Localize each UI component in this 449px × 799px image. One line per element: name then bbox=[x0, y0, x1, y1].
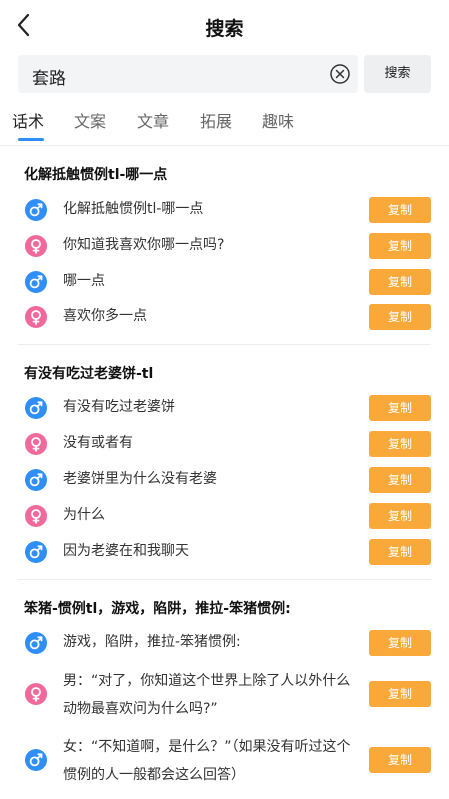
page-title: 搜索 bbox=[205, 18, 244, 40]
item-text: 男：“对了，你知道这个世界上除了人以外什么动物最喜欢问为什么吗?” bbox=[63, 673, 351, 717]
divider bbox=[18, 579, 431, 580]
female-gender-icon bbox=[25, 505, 47, 527]
male-gender-icon bbox=[25, 271, 47, 293]
copy-button[interactable]: 复制 bbox=[369, 304, 431, 330]
copy-button[interactable]: 复制 bbox=[369, 233, 431, 259]
item-text: 女：“不知道啊，是什么？”（如果没有听过这个惯例的人一般都会这么回答） bbox=[63, 739, 351, 783]
item-text: 没有或者有 bbox=[63, 435, 133, 451]
male-gender-icon bbox=[25, 469, 47, 491]
tab-wenzhang[interactable]: 文章 bbox=[137, 108, 169, 132]
section-title: 有没有吃过老婆饼-tl bbox=[24, 366, 154, 382]
copy-button[interactable]: 复制 bbox=[369, 467, 431, 493]
tab-huashu[interactable]: 话术 bbox=[12, 108, 44, 132]
tab-quwei[interactable]: 趣味 bbox=[262, 108, 294, 132]
item-text: 游戏，陷阱，推拉-笨猪惯例: bbox=[63, 634, 241, 650]
clear-circle-icon[interactable] bbox=[329, 63, 351, 85]
copy-button[interactable]: 复制 bbox=[369, 395, 431, 421]
copy-button[interactable]: 复制 bbox=[369, 197, 431, 223]
search-row: 套路 搜索 bbox=[18, 55, 431, 93]
divider bbox=[0, 145, 449, 146]
tab-wenan[interactable]: 文案 bbox=[74, 108, 106, 132]
male-gender-icon bbox=[25, 632, 47, 654]
female-gender-icon bbox=[25, 235, 47, 257]
female-gender-icon bbox=[25, 433, 47, 455]
tab-tuozhan[interactable]: 拓展 bbox=[200, 108, 232, 132]
item-text: 喜欢你多一点 bbox=[63, 308, 147, 324]
item-text: 化解抵触惯例tl-哪一点 bbox=[63, 201, 204, 217]
female-gender-icon bbox=[25, 683, 47, 705]
copy-button[interactable]: 复制 bbox=[369, 503, 431, 529]
male-gender-icon bbox=[25, 541, 47, 563]
header-bar: 搜索 bbox=[0, 0, 449, 52]
item-text: 哪一点 bbox=[63, 273, 105, 289]
search-query-text: 套路 bbox=[32, 69, 66, 89]
copy-button[interactable]: 复制 bbox=[369, 747, 431, 773]
copy-button[interactable]: 复制 bbox=[369, 431, 431, 457]
item-text: 老婆饼里为什么没有老婆 bbox=[63, 471, 217, 487]
item-text: 因为老婆在和我聊天 bbox=[63, 543, 189, 559]
section-title: 化解抵触惯例tl-哪一点 bbox=[24, 167, 168, 183]
item-text: 为什么 bbox=[63, 507, 105, 523]
copy-button[interactable]: 复制 bbox=[369, 630, 431, 656]
male-gender-icon bbox=[25, 749, 47, 771]
search-button[interactable]: 搜索 bbox=[364, 55, 431, 93]
male-gender-icon bbox=[25, 199, 47, 221]
male-gender-icon bbox=[25, 397, 47, 419]
item-text: 有没有吃过老婆饼 bbox=[63, 399, 175, 415]
search-input[interactable]: 套路 bbox=[18, 55, 358, 93]
copy-button[interactable]: 复制 bbox=[369, 681, 431, 707]
category-tabs: 话术 文案 文章 拓展 趣味 bbox=[0, 104, 449, 144]
copy-button[interactable]: 复制 bbox=[369, 539, 431, 565]
section-title: 笨猪-惯例tl，游戏，陷阱，推拉-笨猪惯例: bbox=[24, 601, 291, 617]
item-text: 你知道我喜欢你哪一点吗? bbox=[63, 237, 225, 253]
female-gender-icon bbox=[25, 306, 47, 328]
active-tab-indicator bbox=[18, 138, 44, 141]
copy-button[interactable]: 复制 bbox=[369, 269, 431, 295]
divider bbox=[18, 344, 431, 345]
